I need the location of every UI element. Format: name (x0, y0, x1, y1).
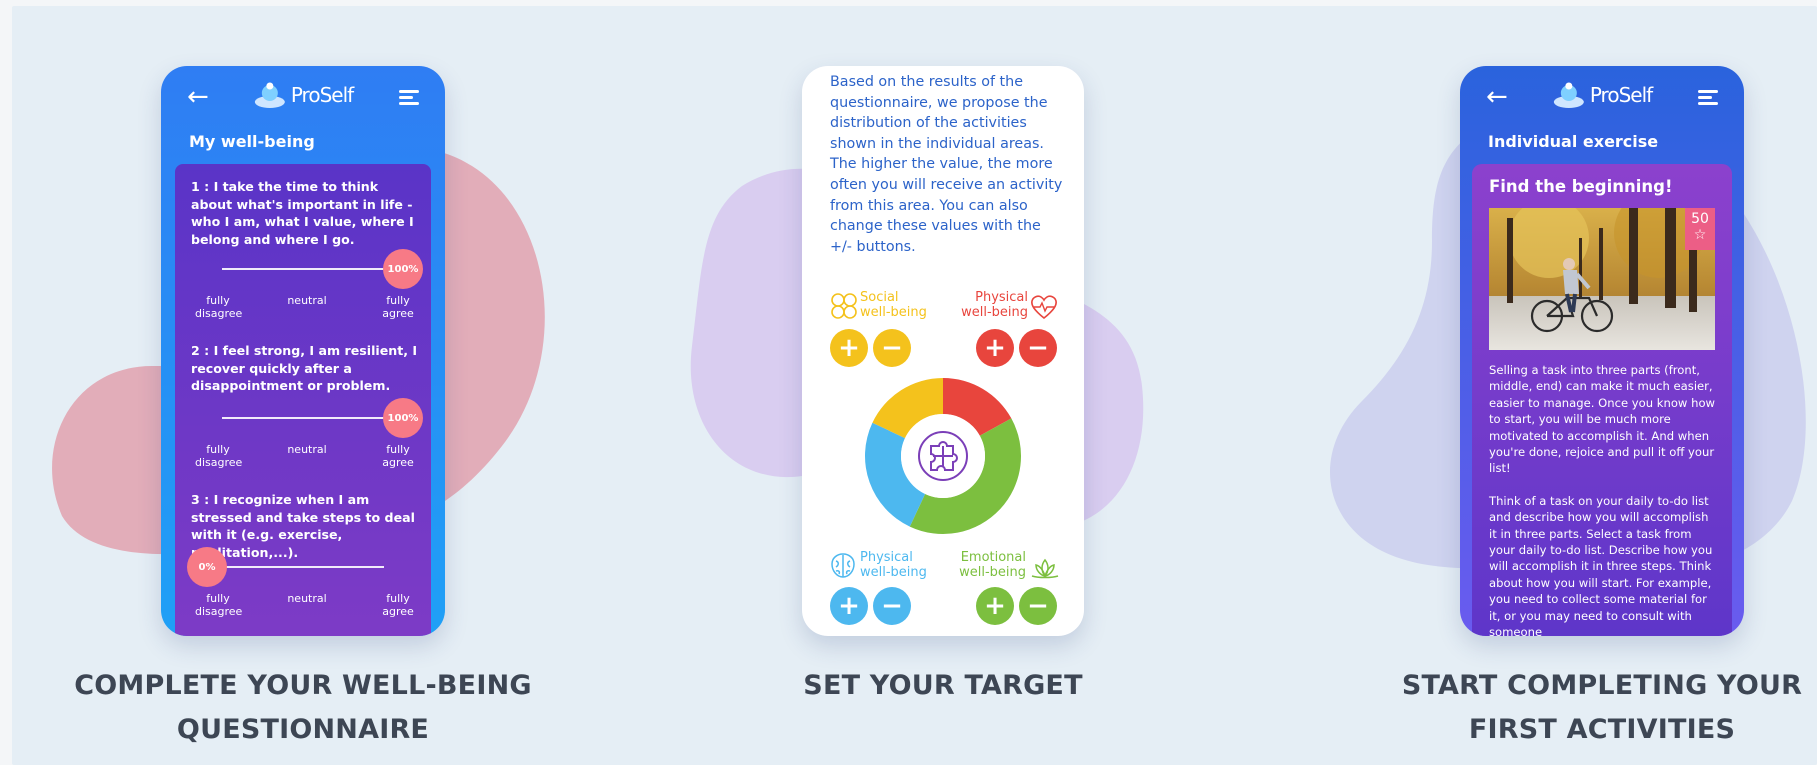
question-text: 1 : I take the time to think about what'… (191, 179, 414, 247)
scale-right-label: fully agree (382, 443, 414, 469)
logo-text: ProSelf (1589, 83, 1653, 107)
slider-track (222, 268, 384, 270)
step3-caption-line2: FIRST ACTIVITIES (1468, 714, 1736, 745)
exercise-paragraph-2: Think of a task on your daily to-do list… (1489, 493, 1713, 636)
points-value: 50 (1691, 211, 1709, 227)
exercise-description: Selling a task into three parts (front, … (1489, 362, 1717, 636)
prosself-logo: ProSelf (1552, 80, 1653, 110)
points-badge: 50 ☆ (1685, 208, 1715, 250)
emotional-area-label: Emotional well-being (950, 550, 1026, 580)
slider-knob[interactable]: 100% (383, 249, 423, 289)
area-line1: Social (860, 290, 899, 305)
exercise-paragraph-1: Selling a task into three parts (front, … (1489, 363, 1716, 476)
step1-caption-line1: COMPLETE YOUR WELL-BEING (74, 670, 532, 701)
exercise-card: Find the beginning! 50 ☆ Selling a task … (1472, 164, 1732, 636)
social-controls: + − (830, 329, 911, 367)
slider-knob[interactable]: 100% (383, 398, 423, 438)
emotional-plus-button[interactable]: + (976, 587, 1014, 625)
step2-caption-line1: SET YOUR TARGET (803, 670, 1083, 701)
social-area-label: Social well-being (860, 290, 927, 320)
agreement-slider[interactable]: 100% (187, 398, 423, 438)
scale-right-label: fully agree (382, 294, 414, 320)
scale-left-label: fully disagree (195, 592, 243, 618)
emotional-minus-button[interactable]: − (1019, 587, 1057, 625)
screen-title: My well-being (189, 132, 315, 151)
scale-mid-label: neutral (287, 592, 327, 605)
distribution-donut-chart (865, 378, 1021, 534)
page-panel: ← ProSelf My well-being 1 : I take the t… (12, 6, 1817, 765)
exercise-title: Find the beginning! (1489, 177, 1673, 196)
exercise-photo-cyclist: 50 ☆ (1489, 208, 1715, 350)
physical-brain-area-label: Physical well-being (860, 550, 927, 580)
area-line1: Physical (860, 550, 913, 565)
back-arrow-icon[interactable]: ← (187, 84, 209, 110)
question-text: 3 : I recognize when I am stressed and t… (191, 492, 415, 560)
menu-icon[interactable] (399, 90, 419, 106)
physical-brain-minus-button[interactable]: − (873, 587, 911, 625)
area-line1: Physical (975, 290, 1028, 305)
heart-pulse-icon (1031, 295, 1057, 320)
slider-knob[interactable]: 0% (187, 547, 227, 587)
physical-brain-plus-button[interactable]: + (830, 587, 868, 625)
scale-mid-label: neutral (287, 294, 327, 307)
step2-caption: SET YOUR TARGET (663, 664, 1223, 708)
area-line2: well-being (959, 565, 1026, 580)
clover-icon (831, 293, 857, 319)
activity-phone: ← ProSelf Individual exercise Find the b… (1460, 66, 1744, 636)
slider-track (222, 417, 384, 419)
step1-caption: COMPLETE YOUR WELL-BEING QUESTIONNAIRE (23, 664, 583, 752)
social-minus-button[interactable]: − (873, 329, 911, 367)
screen-title: Individual exercise (1488, 132, 1659, 151)
step3-caption-line1: START COMPLETING YOUR (1401, 670, 1803, 701)
step1-caption-line2: QUESTIONNAIRE (176, 714, 430, 745)
area-line2: well-being (860, 565, 927, 580)
physical-plus-button[interactable]: + (976, 329, 1014, 367)
menu-icon[interactable] (1698, 90, 1718, 106)
physical-minus-button[interactable]: − (1019, 329, 1057, 367)
star-icon: ☆ (1693, 227, 1707, 243)
scale-left-label: fully disagree (195, 443, 243, 469)
physical-area-label: Physical well-being (954, 290, 1028, 320)
area-line1: Emotional (960, 550, 1026, 565)
scale-mid-label: neutral (287, 443, 327, 456)
app-header: ← ProSelf (1460, 66, 1744, 124)
slider-scale: fully disagree neutral fully agree (187, 592, 419, 622)
lotus-icon (1031, 558, 1059, 579)
questionnaire-phone: ← ProSelf My well-being 1 : I take the t… (161, 66, 445, 636)
area-line2: well-being (961, 305, 1028, 320)
questionnaire-card: 1 : I take the time to think about what'… (175, 164, 431, 636)
agreement-slider[interactable]: 0% (187, 547, 419, 587)
prosself-logo-icon (254, 82, 285, 108)
brain-icon (831, 553, 855, 578)
target-phone: Based on the results of the questionnair… (802, 66, 1084, 636)
agreement-slider[interactable]: 100% (187, 249, 423, 289)
scale-left-label: fully disagree (195, 294, 243, 320)
back-arrow-icon[interactable]: ← (1486, 84, 1508, 110)
prosself-logo: ProSelf (253, 80, 354, 110)
physical-controls: + − (976, 329, 1057, 367)
step3-caption: START COMPLETING YOUR FIRST ACTIVITIES (1322, 664, 1817, 752)
social-plus-button[interactable]: + (830, 329, 868, 367)
logo-text: ProSelf (290, 83, 354, 107)
question-text: 2 : I feel strong, I am resilient, I rec… (191, 343, 418, 393)
scale-right-label: fully agree (382, 592, 414, 618)
physical-brain-controls: + − (830, 587, 911, 625)
target-description: Based on the results of the questionnair… (830, 74, 1063, 255)
prosself-logo-icon (1553, 82, 1584, 108)
slider-scale: fully disagree neutral fully agree (187, 443, 419, 473)
slider-scale: fully disagree neutral fully agree (187, 294, 419, 324)
slider-track (222, 566, 384, 568)
park-cyclist-image (1489, 208, 1715, 350)
area-line2: well-being (860, 305, 927, 320)
emotional-controls: + − (976, 587, 1057, 625)
app-header: ← ProSelf (161, 66, 445, 124)
